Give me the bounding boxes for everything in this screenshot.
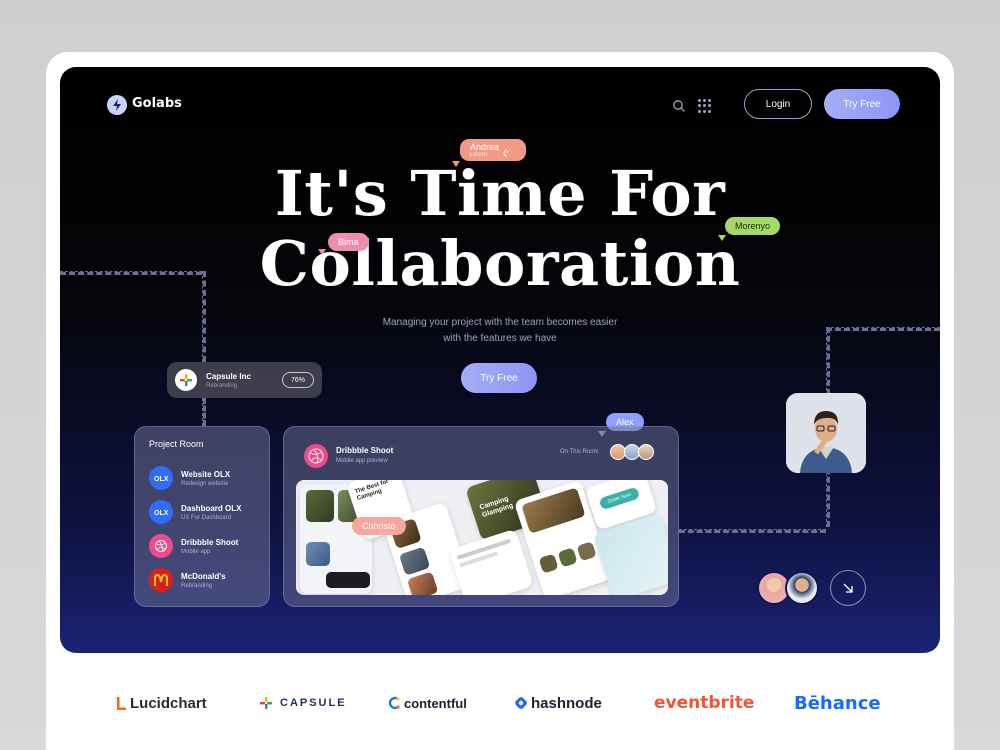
brand-logos-strip: Lucidchart CAPSULE contentful hashnode e… (0, 688, 1000, 718)
photo-thumbnail (557, 547, 578, 568)
apps-grid-icon[interactable] (698, 99, 712, 113)
lucidchart-logo: Lucidchart (117, 688, 207, 718)
capsule-logo-icon (175, 369, 197, 391)
project-preview-panel: Dribbble Shoot Mobile app preview On Thi… (283, 426, 679, 607)
connector-line (202, 398, 206, 426)
capsule-logo: CAPSULE (259, 688, 347, 718)
project-room-title: Project Room (149, 439, 204, 449)
behance-logo: Bēhance (794, 688, 881, 718)
name-tag-sub: Lorem (470, 152, 488, 158)
contentful-icon (388, 696, 400, 710)
brand-name: eventbrite (654, 693, 755, 713)
preview-project-sub: Mobile app preview (336, 458, 388, 464)
brand-name[interactable]: Golabs (132, 96, 182, 111)
name-tag-morenyo: Morenyo (725, 217, 781, 235)
svg-text:OLX: OLX (154, 476, 169, 483)
preview-project-name: Dribbble Shoot (336, 446, 394, 455)
photo-thumbnail (538, 553, 559, 574)
project-item-sub: Mobile app (181, 548, 211, 555)
preview-screenshot[interactable]: The Best for Camping Camping Glamping Or… (296, 480, 668, 595)
search-icon[interactable] (672, 99, 686, 113)
photo-thumbnail (306, 490, 334, 522)
project-item-name: McDonald's (181, 571, 226, 581)
lucidchart-icon (117, 697, 126, 710)
photo-thumbnail (306, 542, 330, 566)
name-tag-andrea: Andrea Lorem (460, 139, 526, 161)
on-this-room-label: On This Room (560, 449, 599, 455)
cursor-pointer-icon (718, 235, 726, 241)
subtitle-line-1: Managing your project with the team beco… (382, 317, 618, 328)
project-item[interactable]: Dribbble Shoot Mobile app (149, 529, 255, 563)
hero-section: Golabs Login Try Free It's Time For Coll… (60, 67, 940, 653)
dribbble-icon (304, 444, 328, 468)
arrow-down-right-button[interactable] (830, 570, 866, 606)
progress-badge: 76% (282, 372, 314, 388)
avatar[interactable] (785, 571, 819, 605)
cursor-pointer-icon (318, 249, 326, 255)
name-tag-christo: Chhristo (352, 517, 406, 535)
mockup-title: The Best for Camping (354, 480, 390, 502)
sound-wave-icon (502, 145, 514, 163)
headline-line-1: It's Time For (274, 157, 726, 230)
project-item[interactable]: OLX Website OLX Redesign website (149, 461, 255, 495)
avatar[interactable] (638, 444, 654, 460)
olx-icon: OLX (149, 500, 173, 524)
team-avatars (757, 571, 823, 605)
try-free-hero-button[interactable]: Try Free (461, 363, 537, 393)
olx-icon: OLX (149, 466, 173, 490)
hero-subtitle: Managing your project with the team beco… (60, 315, 940, 347)
dribbble-icon (149, 534, 173, 558)
try-free-nav-button[interactable]: Try Free (824, 89, 900, 119)
capsule-icon (260, 697, 272, 709)
capsule-name: Capsule Inc (206, 371, 251, 381)
brand-name: contentful (404, 695, 467, 711)
project-item-name: Dashboard OLX (181, 503, 242, 513)
brand-name: CAPSULE (280, 697, 347, 709)
name-tag-bima: Bima (328, 233, 369, 251)
hashnode-icon (515, 697, 527, 709)
capsule-project-card[interactable]: Capsule Inc Rebranding 76% (167, 362, 322, 398)
login-button[interactable]: Login (744, 89, 812, 119)
eventbrite-logo: eventbrite (654, 688, 754, 718)
photo-thumbnail (406, 571, 439, 595)
brand-name: Lucidchart (130, 694, 207, 712)
brand-name: hashnode (531, 694, 602, 712)
mockup-card (448, 528, 534, 595)
cursor-pointer-icon (452, 161, 460, 167)
project-item-name: Dribbble Shoot (181, 537, 239, 547)
capsule-sub: Rebranding (206, 382, 238, 389)
project-item[interactable]: OLX Dashboard OLX UX For Dashboard (149, 495, 255, 529)
contentful-logo: contentful (388, 688, 467, 718)
nav-bar (326, 572, 370, 588)
project-item-name: Website OLX (181, 469, 231, 479)
subtitle-line-2: with the features we have (443, 333, 557, 344)
headline-line-2: Collaboration (259, 227, 741, 300)
project-item-sub: Rebranding (181, 582, 213, 589)
photo-thumbnail (576, 541, 597, 562)
project-item-sub: Redesign website (181, 480, 229, 487)
svg-text:OLX: OLX (154, 510, 169, 517)
photo-thumbnail (398, 546, 431, 576)
brand-name: Bēhance (794, 692, 881, 714)
project-room-card: Project Room OLX Website OLX Redesign we… (134, 426, 270, 607)
logo-icon[interactable] (107, 95, 127, 115)
connector-line (679, 529, 826, 533)
order-now-button: Order Now (598, 486, 641, 511)
hero-headline: It's Time For Collaboration (60, 159, 940, 299)
project-item-sub: UX For Dashboard (181, 514, 232, 521)
project-item[interactable]: McDonald's Rebranding (149, 563, 255, 597)
mcdonalds-icon (149, 568, 173, 592)
name-tag-label: Andrea (470, 142, 500, 152)
arrow-down-right-icon (843, 583, 853, 593)
hashnode-logo: hashnode (514, 688, 602, 718)
team-member-photo[interactable] (786, 393, 866, 473)
